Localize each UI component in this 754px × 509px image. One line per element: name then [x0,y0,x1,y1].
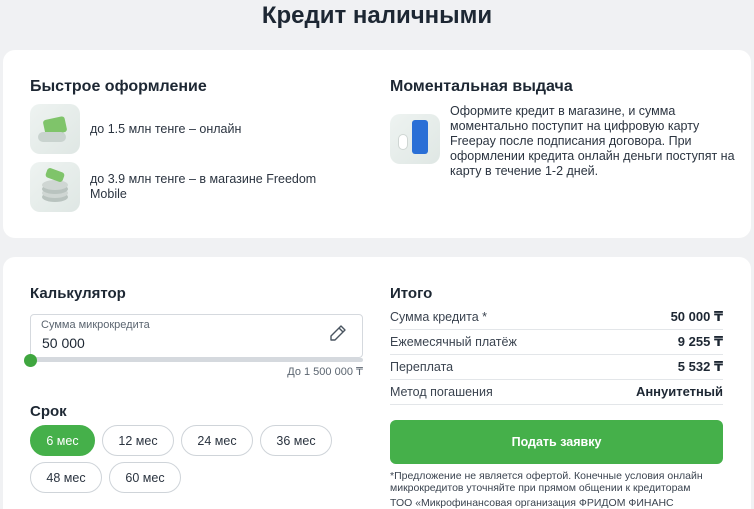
summary-value: 5 532 ₸ [677,359,723,374]
summary-label: Ежемесячный платёж [390,335,517,349]
summary-row-method: Метод погашения Аннуитетный [390,381,723,405]
feature-online: до 1.5 млн тенге – онлайн [30,104,241,154]
instant-title: Моментальная выдача [390,78,573,95]
term-48[interactable]: 48 мес [30,462,102,493]
page-title: Кредит наличными [261,2,493,29]
summary-title: Итого [390,285,433,302]
summary-row-overpay: Переплата 5 532 ₸ [390,356,723,380]
summary-label: Переплата [390,360,454,374]
summary-value: 50 000 ₸ [670,309,723,324]
amount-max-label: До 1 500 000 ₸ [287,366,363,378]
instant-text: Оформите кредит в магазине, и сумма моме… [450,104,735,178]
summary-label: Метод погашения [390,385,493,399]
term-title: Срок [30,403,67,420]
summary-value: 9 255 ₸ [677,334,723,349]
money-hand-icon [30,104,80,154]
summary-row-amount: Сумма кредита * 50 000 ₸ [390,306,723,330]
submit-application-button[interactable]: Подать заявку [390,420,723,464]
feature-online-text: до 1.5 млн тенге – онлайн [90,121,242,136]
term-24[interactable]: 24 мес [181,425,253,456]
term-36[interactable]: 36 мес [260,425,332,456]
pencil-icon[interactable] [328,323,348,343]
card-phone-icon [390,114,440,164]
coins-stack-icon [30,162,80,212]
amount-value[interactable]: 50 000 [42,335,85,351]
amount-slider-handle[interactable] [24,354,37,367]
amount-label: Сумма микрокредита [41,319,150,331]
term-6[interactable]: 6 мес [30,425,95,456]
organization-text: ТОО «Микрофинансовая организация ФРИДОМ … [390,497,674,509]
feature-store-text: до 3.9 млн тенге – в магазине Freedom Mo… [90,172,317,201]
term-60[interactable]: 60 мес [109,462,181,493]
amount-slider-track[interactable] [30,358,363,362]
summary-value: Аннуитетный [635,384,723,399]
disclaimer-text: *Предложение не является офертой. Конечн… [390,470,703,494]
feature-store: до 3.9 млн тенге – в магазине Freedom Mo… [30,162,340,212]
summary-row-monthly: Ежемесячный платёж 9 255 ₸ [390,331,723,355]
term-12[interactable]: 12 мес [102,425,174,456]
calculator-title: Калькулятор [30,285,126,302]
feature-instant: Оформите кредит в магазине, и сумма моме… [390,104,735,179]
fast-title: Быстрое оформление [30,78,207,95]
summary-label: Сумма кредита * [390,310,487,324]
amount-field[interactable]: Сумма микрокредита 50 000 [30,314,363,358]
